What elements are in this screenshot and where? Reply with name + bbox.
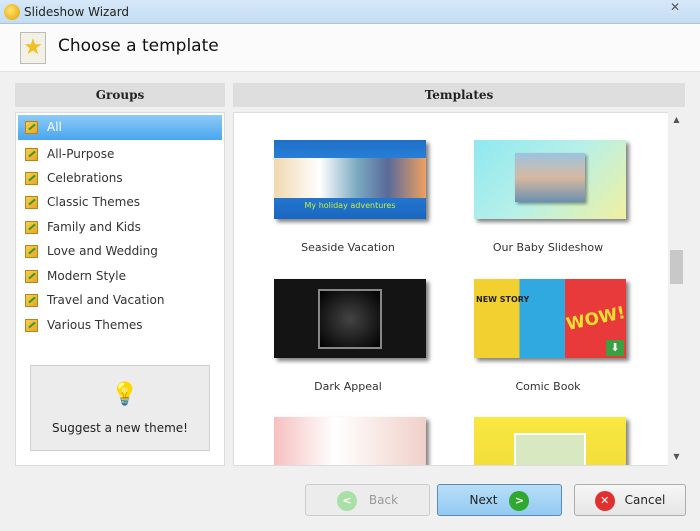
app-icon [4, 4, 20, 20]
group-item-classic-themes[interactable]: Classic Themes [18, 190, 222, 215]
scroll-down-icon[interactable]: ▼ [668, 452, 685, 461]
group-icon [25, 270, 38, 283]
comic-subtitle: NEW STORY [476, 295, 530, 304]
group-item-celebrations[interactable]: Celebrations [18, 166, 222, 191]
next-label: Next [469, 493, 498, 507]
template-label: Comic Book [515, 380, 581, 393]
template-label: Our Baby Slideshow [492, 241, 604, 254]
comic-text: WOW! [564, 303, 626, 335]
group-label: Love and Wedding [47, 244, 158, 258]
star-document-icon: ★ [20, 32, 46, 64]
scroll-up-icon[interactable]: ▲ [668, 115, 685, 124]
groups-heading: Groups [15, 83, 225, 107]
group-icon [25, 294, 38, 307]
group-label: All-Purpose [47, 147, 115, 161]
template-thumb-partial[interactable] [474, 417, 626, 465]
back-button[interactable]: < Back [305, 484, 430, 516]
templates-scrollbar[interactable]: ▲ ▼ [668, 112, 685, 466]
group-item-travel-and-vacation[interactable]: Travel and Vacation [18, 288, 222, 313]
group-label: Classic Themes [47, 195, 140, 209]
template-thumb-seaside-vacation[interactable]: My holiday adventures [274, 140, 426, 219]
group-label: All [47, 120, 62, 134]
title-bar: Slideshow Wizard ✕ [0, 0, 700, 24]
suggest-theme-button[interactable]: 💡 Suggest a new theme! [30, 365, 210, 451]
cancel-label: Cancel [624, 493, 666, 507]
group-item-love-and-wedding[interactable]: Love and Wedding [18, 239, 222, 264]
template-thumb-partial[interactable] [274, 417, 426, 465]
suggest-theme-label: Suggest a new theme! [52, 421, 188, 435]
download-icon[interactable]: ⬇ [606, 340, 624, 356]
window-title: Slideshow Wizard [24, 5, 130, 19]
template-label: Dark Appeal [314, 380, 382, 393]
lightbulb-icon: 💡 [111, 382, 139, 407]
template-thumb-dark-appeal[interactable] [274, 279, 426, 358]
group-label: Celebrations [47, 171, 123, 185]
template-label: Seaside Vacation [301, 241, 395, 254]
scrollbar-thumb[interactable] [670, 250, 683, 284]
cancel-button[interactable]: ✕ Cancel [574, 484, 686, 516]
group-icon [25, 148, 38, 161]
wizard-header: ★ Choose a template [0, 24, 700, 72]
group-icon [25, 319, 38, 332]
back-arrow-icon: < [336, 490, 357, 511]
thumb-caption: My holiday adventures [304, 201, 396, 210]
group-item-family-and-kids[interactable]: Family and Kids [18, 215, 222, 240]
group-item-all-purpose[interactable]: All-Purpose [18, 142, 222, 167]
group-icon [25, 245, 38, 258]
cancel-x-icon: ✕ [594, 490, 615, 511]
next-button[interactable]: Next > [437, 484, 562, 516]
group-icon [25, 196, 38, 209]
group-label: Modern Style [47, 269, 126, 283]
template-thumb-comic-book[interactable]: NEW STORY WOW! ⬇ [474, 279, 626, 358]
group-label: Various Themes [47, 318, 143, 332]
templates-grid: My holiday adventures Seaside Vacation O… [233, 112, 685, 466]
page-title: Choose a template [58, 36, 219, 56]
back-label: Back [368, 493, 399, 507]
templates-heading: Templates [233, 83, 685, 107]
group-item-all[interactable]: All [18, 115, 222, 140]
group-icon [25, 121, 38, 134]
group-icon [25, 172, 38, 185]
next-arrow-icon: > [509, 490, 530, 511]
group-item-modern-style[interactable]: Modern Style [18, 264, 222, 289]
template-thumb-our-baby-slideshow[interactable] [474, 140, 626, 219]
group-item-various-themes[interactable]: Various Themes [18, 313, 222, 338]
close-button[interactable]: ✕ [657, 0, 693, 18]
group-label: Travel and Vacation [47, 293, 165, 307]
group-icon [25, 221, 38, 234]
group-label: Family and Kids [47, 220, 141, 234]
